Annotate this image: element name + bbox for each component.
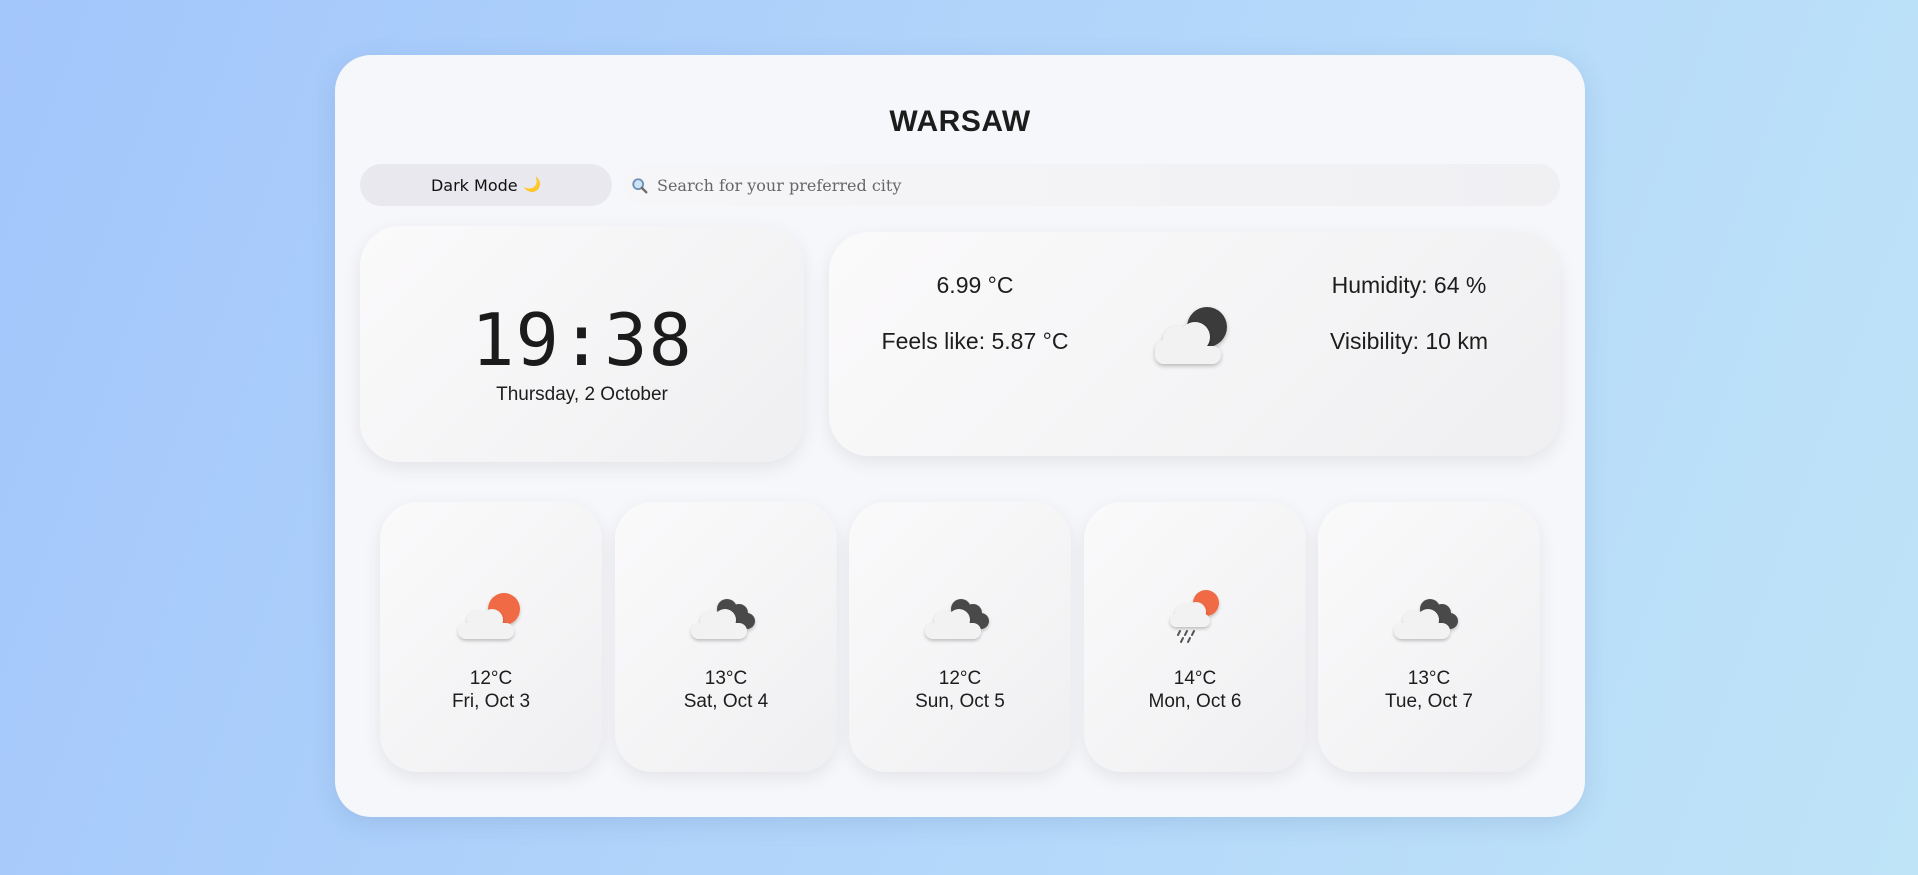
forecast-card-1: 12°C Fri, Oct 3 — [380, 502, 602, 772]
clock-time: 19:38 — [471, 298, 693, 382]
current-weather-card: 6.99 °C Feels like: 5.87 °C Humidity: 64… — [829, 232, 1560, 456]
forecast-date: Sun, Oct 5 — [915, 691, 1005, 712]
forecast-temp: 12°C — [469, 668, 513, 689]
forecast-date: Mon, Oct 6 — [1148, 691, 1242, 712]
overcast-icon — [1394, 599, 1458, 639]
feels-like: Feels like: 5.87 °C — [881, 328, 1069, 354]
forecast-date: Tue, Oct 7 — [1385, 691, 1473, 712]
dark-mode-toggle[interactable]: Dark Mode 🌙 — [360, 164, 612, 206]
sun-rain-icon — [1170, 590, 1219, 643]
clock-date: Thursday, 2 October — [496, 384, 668, 405]
forecast-temp: 13°C — [704, 668, 748, 689]
forecast-card-5: 13°C Tue, Oct 7 — [1318, 502, 1540, 772]
city-title: WARSAW — [889, 105, 1031, 138]
forecast-card-4: 14°C Mon, Oct 6 — [1084, 502, 1306, 772]
clock-card: 19:38 Thursday, 2 October — [360, 226, 804, 462]
current-temperature: 6.99 °C — [936, 272, 1014, 298]
forecast-temp: 12°C — [938, 668, 982, 689]
forecast-card-3: 12°C Sun, Oct 5 — [849, 502, 1071, 772]
forecast-temp: 14°C — [1173, 668, 1217, 689]
forecast-date: Fri, Oct 3 — [451, 691, 531, 712]
search-icon — [632, 178, 648, 194]
partly-sunny-icon — [458, 593, 520, 639]
night-cloudy-icon — [1155, 307, 1227, 364]
moon-icon: 🌙 — [523, 177, 542, 193]
overcast-icon — [691, 599, 755, 639]
weather-app: WARSAW Dark Mode 🌙 19:38 Thursday, 2 Oct… — [335, 55, 1585, 817]
dark-mode-label: Dark Mode — [430, 175, 518, 195]
visibility: Visibility: 10 km — [1329, 328, 1489, 354]
forecast-temp: 13°C — [1407, 668, 1451, 689]
overcast-icon — [925, 599, 989, 639]
forecast-date: Sat, Oct 4 — [683, 691, 769, 712]
city-search-input[interactable] — [655, 174, 1539, 196]
forecast-card-2: 13°C Sat, Oct 4 — [615, 502, 837, 772]
humidity: Humidity: 64 % — [1331, 272, 1487, 298]
search-bar[interactable] — [625, 164, 1560, 206]
